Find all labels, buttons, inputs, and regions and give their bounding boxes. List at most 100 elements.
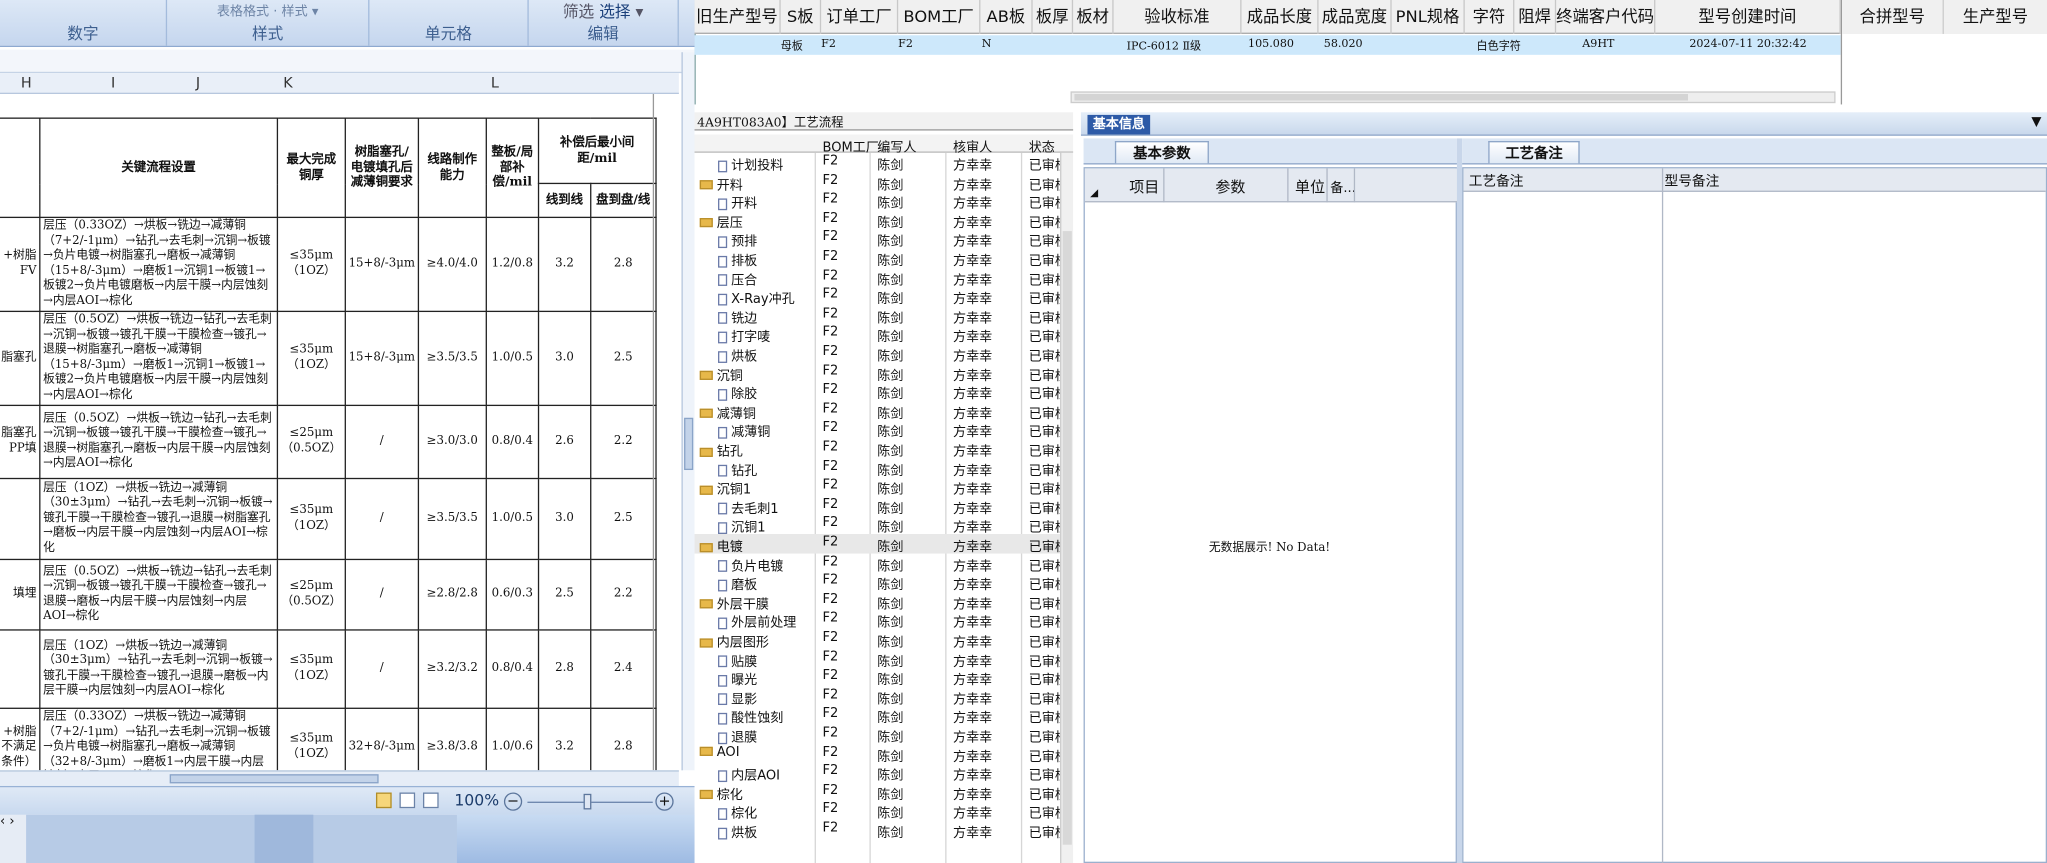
doc-cell-c8[interactable]: 2.2 — [589, 404, 657, 480]
doc-cell-c4[interactable]: 15+8/-3μm — [344, 216, 419, 313]
tree-node[interactable]: 沉铜1 — [699, 478, 751, 498]
tree-node[interactable]: 减薄铜 — [699, 402, 756, 421]
tree-node[interactable]: 内层AOI — [718, 764, 780, 784]
tree-node[interactable]: 层压 — [699, 211, 743, 231]
tree-node[interactable]: 贴膜 — [718, 650, 757, 669]
process-remark-tab[interactable]: 工艺备注 — [1488, 141, 1580, 164]
grid-header-2[interactable]: 订单工厂 — [821, 0, 899, 34]
tree-node[interactable]: 去毛刺1 — [718, 497, 779, 517]
tree-row[interactable]: 打字唛 F2 陈剑 方幸幸 已审核 — [695, 324, 1060, 345]
doc-cell-c7[interactable]: 3.2 — [537, 216, 592, 313]
doc-cell-c7[interactable]: 2.6 — [537, 404, 592, 480]
tree-row[interactable]: 钻孔 F2 陈剑 方幸幸 已审核 — [695, 439, 1060, 460]
taskbar-item[interactable] — [254, 814, 314, 863]
doc-cell-c1[interactable]: +树脂 FV — [0, 216, 41, 313]
tree-node[interactable]: 打字唛 — [718, 326, 770, 345]
tree-row[interactable]: 磨板 F2 陈剑 方幸幸 已审核 — [695, 572, 1060, 593]
normal-view-icon[interactable] — [375, 792, 392, 809]
doc-cell-c4[interactable]: / — [344, 477, 419, 561]
doc-cell-c8[interactable]: 2.2 — [589, 558, 657, 631]
tree-row[interactable]: 减薄铜 F2 陈剑 方幸幸 已审核 — [695, 401, 1060, 421]
grid-header-12[interactable]: 阻焊 — [1514, 0, 1557, 34]
tree-row[interactable]: 沉铜 F2 陈剑 方幸幸 已审核 — [695, 362, 1060, 383]
doc-cell-c4[interactable]: / — [344, 629, 419, 709]
doc-cell-c6[interactable]: 0.8/0.4 — [485, 404, 540, 480]
tree-row[interactable]: 沉铜1 F2 陈剑 方幸幸 已审核 — [695, 477, 1060, 498]
doc-cell-c2[interactable]: 层压（1OZ）→烘板→铣边→减薄铜（30±3μm）→钻孔→去毛刺→沉铜→板镀→镀… — [39, 477, 279, 561]
dropdown-icon[interactable]: ▼ — [2031, 115, 2041, 129]
tree-row[interactable]: AOI F2 陈剑 方幸幸 已审核 — [695, 744, 1060, 765]
tree-node[interactable]: 压合 — [718, 268, 757, 288]
tree-node[interactable]: 计划投料 — [718, 154, 783, 174]
tree-row[interactable]: 层压 F2 陈剑 方幸幸 已审核 — [695, 210, 1060, 231]
col-unit[interactable]: 单位 — [1295, 176, 1325, 197]
doc-cell-c6[interactable]: 1.0/0.5 — [485, 310, 540, 407]
doc-cell-c3[interactable]: ≤25μm（0.5OZ） — [276, 558, 346, 631]
doc-cell-c5[interactable]: ≥3.5/3.5 — [417, 310, 487, 407]
tree-node[interactable]: AOI — [699, 745, 740, 759]
col-param[interactable]: 参数 — [1215, 176, 1245, 197]
process-flow-tab[interactable]: 4A9HT083A0】工艺流程 — [697, 112, 843, 130]
tree-node[interactable]: 沉铜 — [699, 364, 743, 383]
tree-node[interactable]: 除胶 — [718, 383, 757, 402]
doc-cell-c8[interactable]: 2.8 — [589, 216, 657, 313]
doc-cell-c4[interactable]: 32+8/-3μm — [344, 707, 419, 771]
taskbar-item-active[interactable] — [456, 814, 695, 863]
tree-row[interactable]: 开料 F2 陈剑 方幸幸 已审核 — [695, 191, 1060, 212]
col-process-remark[interactable]: 工艺备注 — [1469, 171, 1524, 191]
doc-cell-c7[interactable]: 2.8 — [537, 629, 592, 709]
document-vertical-scrollbar[interactable] — [681, 52, 695, 771]
doc-cell-c6[interactable]: 1.2/0.8 — [485, 216, 540, 313]
page-break-icon[interactable] — [422, 792, 439, 809]
doc-cell-c1[interactable] — [0, 477, 41, 561]
tree-node[interactable]: 预排 — [718, 230, 757, 250]
doc-cell-c7[interactable]: 2.5 — [537, 558, 592, 631]
doc-cell-c8[interactable]: 2.5 — [589, 310, 657, 407]
zoom-level[interactable]: 100% — [454, 791, 499, 809]
doc-cell-c2[interactable]: 层压（0.33OZ）→烘板→铣边→减薄铜（7+2/-1μm）→钻孔→去毛刺→沉铜… — [39, 216, 279, 313]
doc-cell-c6[interactable]: 0.8/0.4 — [485, 629, 540, 709]
doc-cell-c2[interactable]: 层压（0.33OZ）→烘板→铣边→减薄铜（7+2/-1μm）→钻孔→去毛刺→沉铜… — [39, 707, 279, 771]
tree-row[interactable]: 内层AOI F2 陈剑 方幸幸 已审核 — [695, 763, 1060, 784]
tree-node[interactable]: 负片电镀 — [718, 554, 783, 574]
grid-header-5[interactable]: 板厚 — [1033, 0, 1074, 34]
tree-row[interactable]: 减薄铜 F2 陈剑 方幸幸 已审核 — [695, 420, 1060, 440]
document-horizontal-scrollbar[interactable] — [0, 770, 679, 786]
grid-header-13[interactable]: 终端客户代码 — [1556, 0, 1656, 34]
doc-cell-c2[interactable]: 层压（0.5OZ）→烘板→铣边→钻孔→去毛刺→沉铜→板镀→镀孔干膜→干膜检查→镀… — [39, 310, 279, 407]
doc-cell-c2[interactable]: 层压（0.5OZ）→烘板→铣边→钻孔→去毛刺→沉铜→板镀→镀孔干膜→干膜检查→镀… — [39, 404, 279, 480]
h-scroll-thumb[interactable] — [169, 774, 379, 784]
tree-node[interactable]: 烘板 — [718, 345, 757, 364]
tree-node[interactable]: 内层图形 — [699, 631, 769, 650]
tree-node[interactable]: 开料 — [699, 173, 743, 193]
tree-node[interactable]: 退膜 — [718, 726, 757, 745]
doc-cell-c3[interactable]: ≤35μm（1OZ） — [276, 477, 346, 561]
tree-node[interactable]: 外层干膜 — [699, 592, 769, 612]
doc-cell-c5[interactable]: ≥3.8/3.8 — [417, 707, 487, 771]
tree-row[interactable]: 棕化 F2 陈剑 方幸幸 已审核 — [695, 782, 1060, 803]
tree-row[interactable]: 预排 F2 陈剑 方幸幸 已审核 — [695, 229, 1060, 250]
doc-cell-c2[interactable]: 层压（1OZ）→烘板→铣边→减薄铜（30±3μm）→钻孔→去毛刺→沉铜→板镀→镀… — [39, 629, 279, 709]
grid-header-4[interactable]: AB板 — [980, 0, 1033, 34]
doc-cell-c6[interactable]: 1.0/0.6 — [485, 707, 540, 771]
tree-node[interactable]: X-Ray冲孔 — [718, 287, 795, 307]
doc-cell-c5[interactable]: ≥3.5/3.5 — [417, 477, 487, 561]
scroll-arrows-icon[interactable]: ‹ › — [0, 814, 27, 863]
filter-select-buttons[interactable]: 筛选 选择 ▾ — [529, 0, 678, 22]
tree-row[interactable]: 开料 F2 陈剑 方幸幸 已审核 — [695, 172, 1060, 193]
doc-cell-c8[interactable]: 2.5 — [589, 477, 657, 561]
tree-row[interactable]: 去毛刺1 F2 陈剑 方幸幸 已审核 — [695, 496, 1060, 517]
tree-row[interactable]: 内层图形 F2 陈剑 方幸幸 已审核 — [695, 629, 1060, 650]
zoom-in-icon[interactable]: + — [655, 792, 674, 811]
tree-node[interactable]: 磨板 — [718, 573, 757, 593]
grid-horizontal-scrollbar[interactable] — [1070, 91, 1836, 104]
doc-cell-c5[interactable]: ≥3.0/3.0 — [417, 404, 487, 480]
tree-row[interactable]: 电镀 F2 陈剑 方幸幸 已审核 — [694, 533, 1061, 555]
doc-cell-c7[interactable]: 3.0 — [537, 477, 592, 561]
doc-cell-c3[interactable]: ≤35μm（1OZ） — [276, 707, 346, 771]
doc-cell-c3[interactable]: ≤35μm（1OZ） — [276, 310, 346, 407]
tree-row[interactable]: 排板 F2 陈剑 方幸幸 已审核 — [695, 248, 1060, 269]
tree-row[interactable]: 棕化 F2 陈剑 方幸幸 已审核 — [695, 801, 1060, 822]
doc-cell-c1[interactable]: 脂塞孔 — [0, 310, 41, 407]
doc-cell-c1[interactable]: +树脂 不满足 条件） — [0, 707, 41, 771]
